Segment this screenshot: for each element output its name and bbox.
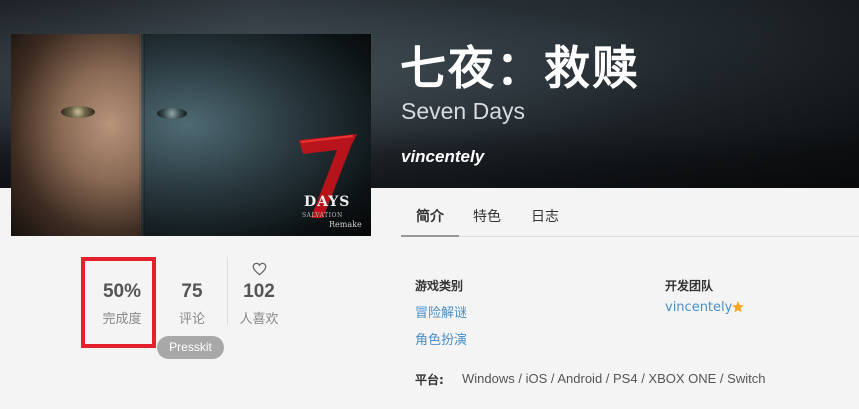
- genre-link-rpg[interactable]: 角色扮演: [415, 329, 467, 348]
- active-tab-indicator: [401, 235, 459, 237]
- game-cover-image: DAYS SALVATION Remake: [11, 34, 371, 236]
- stat-likes: 102 人喜欢: [236, 281, 282, 327]
- cover-logo-days: DAYS: [304, 194, 351, 210]
- author-link[interactable]: vincentely: [401, 147, 484, 167]
- tab-log[interactable]: 日志: [531, 206, 559, 226]
- likes-value: 102: [243, 281, 275, 302]
- cover-logo-sub: SALVATION: [302, 212, 343, 219]
- tab-features[interactable]: 特色: [473, 206, 501, 226]
- cover-split: [139, 34, 145, 236]
- platform-label: 平台:: [415, 373, 444, 387]
- genre-link-adventure[interactable]: 冒险解谜: [415, 302, 467, 321]
- completion-label: 完成度: [102, 312, 142, 327]
- stats-divider: [227, 257, 228, 325]
- game-subtitle: Seven Days: [401, 98, 526, 124]
- platform-list: Windows / iOS / Android / PS4 / XBOX ONE…: [462, 371, 766, 386]
- likes-label: 人喜欢: [239, 312, 279, 327]
- reviews-label: 评论: [178, 312, 205, 327]
- game-title: 七夜：救赎: [400, 41, 640, 95]
- team-heading: 开发团队: [665, 279, 714, 293]
- stat-reviews[interactable]: 75 评论: [174, 281, 210, 327]
- team-member-link[interactable]: vincentely: [665, 300, 732, 315]
- presskit-button[interactable]: Presskit: [157, 336, 224, 359]
- heart-icon[interactable]: [252, 262, 267, 276]
- cover-eye-right: [157, 108, 187, 119]
- star-icon: [732, 301, 744, 313]
- tab-bar: 简介 特色 日志: [401, 199, 859, 237]
- genre-heading: 游戏类别: [415, 279, 464, 293]
- cover-eye-left: [61, 106, 95, 118]
- tab-intro[interactable]: 简介: [416, 206, 444, 226]
- cover-logo-remake: Remake: [329, 220, 362, 229]
- stat-completion: 50% 完成度: [96, 281, 148, 327]
- completion-value: 50%: [102, 281, 142, 302]
- reviews-value: 75: [181, 281, 203, 302]
